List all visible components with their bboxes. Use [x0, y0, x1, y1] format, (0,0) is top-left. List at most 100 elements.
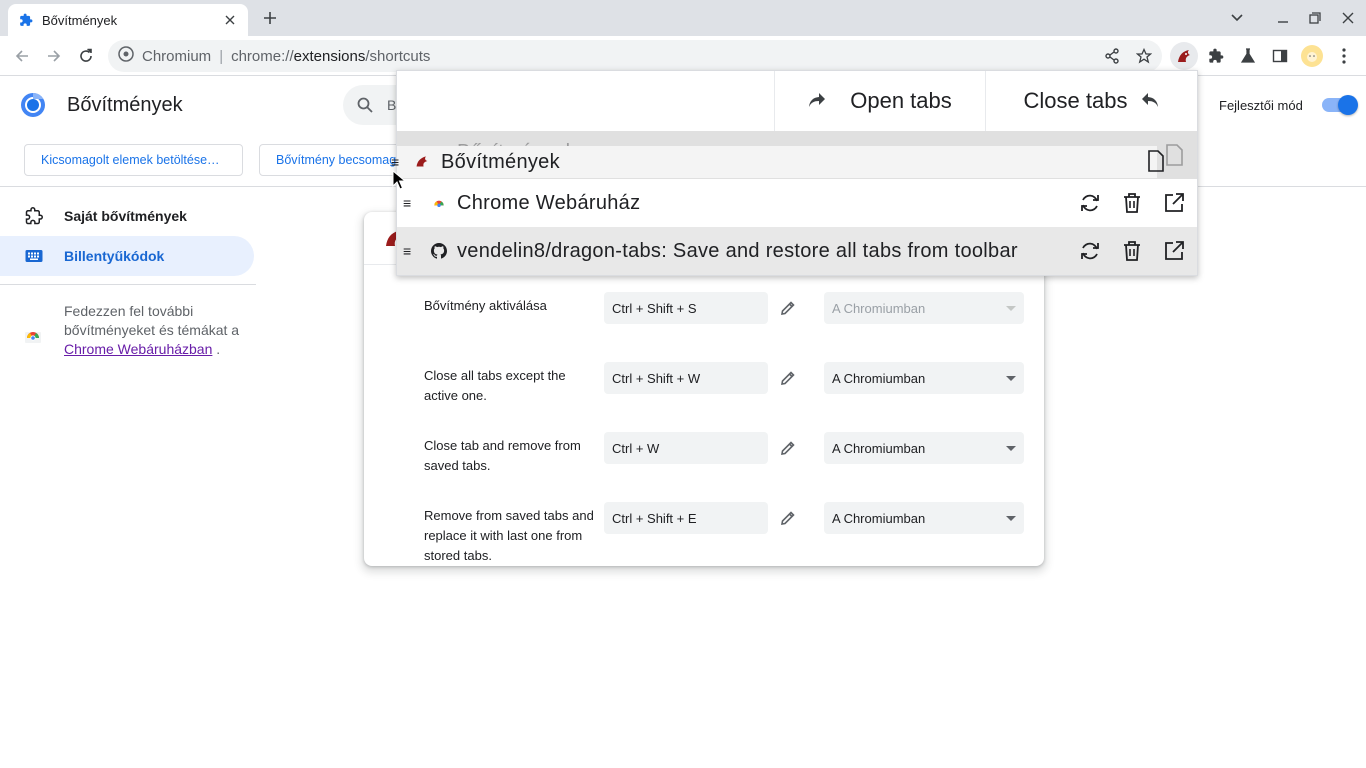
promo-suffix: .	[216, 341, 221, 357]
dragged-row-title: Bővítmények	[441, 150, 560, 173]
menu-kebab-icon[interactable]	[1332, 44, 1356, 68]
back-icon[interactable]	[10, 44, 34, 68]
scope-value: A Chromiumban	[832, 370, 926, 386]
page-title: Bővítmények	[67, 94, 183, 116]
dragon-tabs-popup: Open tabs Close tabs ≡ Bővítmények ≡ Bőv…	[391, 70, 1198, 276]
shortcut-scope-select[interactable]: A Chromiumban	[824, 292, 1024, 324]
share-icon[interactable]	[1100, 44, 1124, 68]
dev-mode-label: Fejlesztői mód	[1219, 98, 1303, 113]
browser-tab[interactable]: Bővítmények	[8, 4, 248, 36]
dragon-tabs-extension-icon[interactable]	[1170, 42, 1198, 70]
restore-icon[interactable]	[1303, 6, 1327, 30]
dropdown-caret-icon	[1006, 446, 1016, 451]
dragon-tabs-favicon	[415, 154, 431, 170]
sidebar-item-label: Billentyűkódok	[64, 248, 165, 264]
tab-title: Bővítmények	[42, 12, 118, 28]
shortcut-scope-select[interactable]: A Chromiumban	[824, 502, 1024, 534]
shortcut-keys-field[interactable]: Ctrl + W	[604, 432, 768, 464]
forward-arrow-icon	[808, 88, 826, 114]
edit-pencil-icon[interactable]	[776, 506, 800, 530]
reload-tab-icon[interactable]	[1077, 190, 1103, 216]
forward-icon[interactable]	[42, 44, 66, 68]
drag-handle-icon[interactable]: ≡	[403, 195, 415, 211]
dragged-row[interactable]: ≡ Bővítmények	[391, 146, 1164, 178]
bookmark-star-icon[interactable]	[1132, 44, 1156, 68]
new-tab-button[interactable]	[258, 8, 282, 28]
shortcut-keys-field[interactable]: Ctrl + Shift + E	[604, 502, 768, 534]
sidebar: Saját bővítmények Billentyűkódok Fedezze…	[0, 196, 256, 696]
shortcut-label: Close all tabs except the active one.	[424, 368, 566, 403]
profile-avatar-icon[interactable]	[1300, 44, 1324, 68]
reload-tab-icon[interactable]	[1077, 238, 1103, 264]
tab-row-title: vendelin8/dragon-tabs: Save and restore …	[457, 239, 1018, 262]
search-icon	[357, 97, 373, 113]
puzzle-icon	[18, 12, 34, 28]
file-icon	[1147, 150, 1165, 177]
mouse-cursor-icon	[392, 169, 407, 195]
shortcut-label: Remove from saved tabs and replace it wi…	[424, 508, 594, 563]
scope-value: A Chromiumban	[832, 440, 926, 456]
close-window-icon[interactable]	[1336, 6, 1360, 30]
shortcut-label: Close tab and remove from saved tabs.	[424, 438, 581, 473]
extension-icon	[24, 206, 44, 226]
side-panel-icon[interactable]	[1268, 44, 1292, 68]
separator: |	[219, 47, 224, 65]
tab-row-title: Chrome Webáruház	[457, 191, 641, 214]
tab-search-icon[interactable]	[1225, 6, 1249, 30]
reply-arrow-icon	[1141, 88, 1159, 114]
popup-tab-row[interactable]: ≡ Chrome Webáruház	[397, 179, 1197, 227]
search-placeholder: B	[387, 97, 397, 113]
sidebar-item-shortcuts[interactable]: Billentyűkódok	[0, 236, 254, 276]
reload-icon[interactable]	[74, 44, 98, 68]
scope-value: A Chromiumban	[832, 300, 926, 316]
shortcut-keys-field[interactable]: Ctrl + Shift + W	[604, 362, 768, 394]
open-external-icon[interactable]	[1161, 238, 1187, 264]
drag-handle-icon[interactable]: ≡	[391, 154, 399, 170]
site-label: Chromium	[142, 47, 212, 65]
github-icon	[431, 243, 447, 259]
shortcut-label: Bővítmény aktiválása	[424, 298, 547, 313]
shortcut-keys-field[interactable]: Ctrl + Shift + S	[604, 292, 768, 324]
address-bar[interactable]: Chromium | chrome://extensions/shortcuts	[108, 40, 1162, 72]
edit-pencil-icon[interactable]	[776, 436, 800, 460]
chrome-webstore-icon	[24, 326, 44, 346]
close-tabs-button[interactable]: Close tabs	[986, 71, 1197, 131]
url-path: /shortcuts	[365, 47, 431, 65]
shortcut-scope-select[interactable]: A Chromiumban	[824, 362, 1024, 394]
shortcut-row: Close all tabs except the active one. Ct…	[364, 362, 1044, 432]
open-tabs-button[interactable]: Open tabs	[775, 71, 986, 131]
chromium-site-icon	[118, 46, 134, 66]
shortcut-row: Close tab and remove from saved tabs. Ct…	[364, 432, 1044, 502]
sidebar-divider	[0, 284, 256, 285]
webstore-promo: Fedezzen fel további bővítményeket és té…	[24, 302, 254, 359]
minimize-icon[interactable]	[1271, 6, 1295, 30]
dropdown-caret-icon	[1006, 306, 1016, 311]
popup-tab-row[interactable]: ≡ vendelin8/dragon-tabs: Save and restor…	[397, 227, 1197, 275]
url-host: extensions	[293, 47, 366, 65]
webstore-link[interactable]: Chrome Webáruházban	[64, 341, 212, 357]
popup-header: Open tabs Close tabs	[397, 71, 1197, 131]
sidebar-item-label: Saját bővítmények	[64, 208, 187, 224]
drag-handle-icon[interactable]: ≡	[403, 243, 415, 259]
dropdown-caret-icon	[1006, 376, 1016, 381]
popup-header-spacer	[397, 71, 775, 131]
open-tabs-label: Open tabs	[850, 88, 952, 113]
shortcut-scope-select[interactable]: A Chromiumban	[824, 432, 1024, 464]
open-external-icon[interactable]	[1161, 190, 1187, 216]
keyboard-icon	[24, 246, 44, 266]
dev-mode-toggle[interactable]	[1322, 95, 1358, 115]
toggle-knob	[1338, 95, 1358, 115]
edit-pencil-icon[interactable]	[776, 296, 800, 320]
flask-icon[interactable]	[1236, 44, 1260, 68]
sidebar-item-my-extensions[interactable]: Saját bővítmények	[0, 196, 254, 236]
trash-icon[interactable]	[1119, 238, 1145, 264]
close-tab-icon[interactable]	[222, 12, 238, 28]
shortcut-row: Bővítmény aktiválása Ctrl + Shift + S A …	[364, 292, 1044, 362]
load-unpacked-button[interactable]: Kicsomagolt elemek betöltése…	[24, 144, 243, 176]
trash-icon[interactable]	[1119, 190, 1145, 216]
tab-strip: Bővítmények	[0, 0, 1366, 36]
search-input[interactable]: B	[343, 85, 403, 125]
edit-pencil-icon[interactable]	[776, 366, 800, 390]
extensions-puzzle-icon[interactable]	[1204, 44, 1228, 68]
url-scheme: chrome://	[231, 47, 294, 65]
